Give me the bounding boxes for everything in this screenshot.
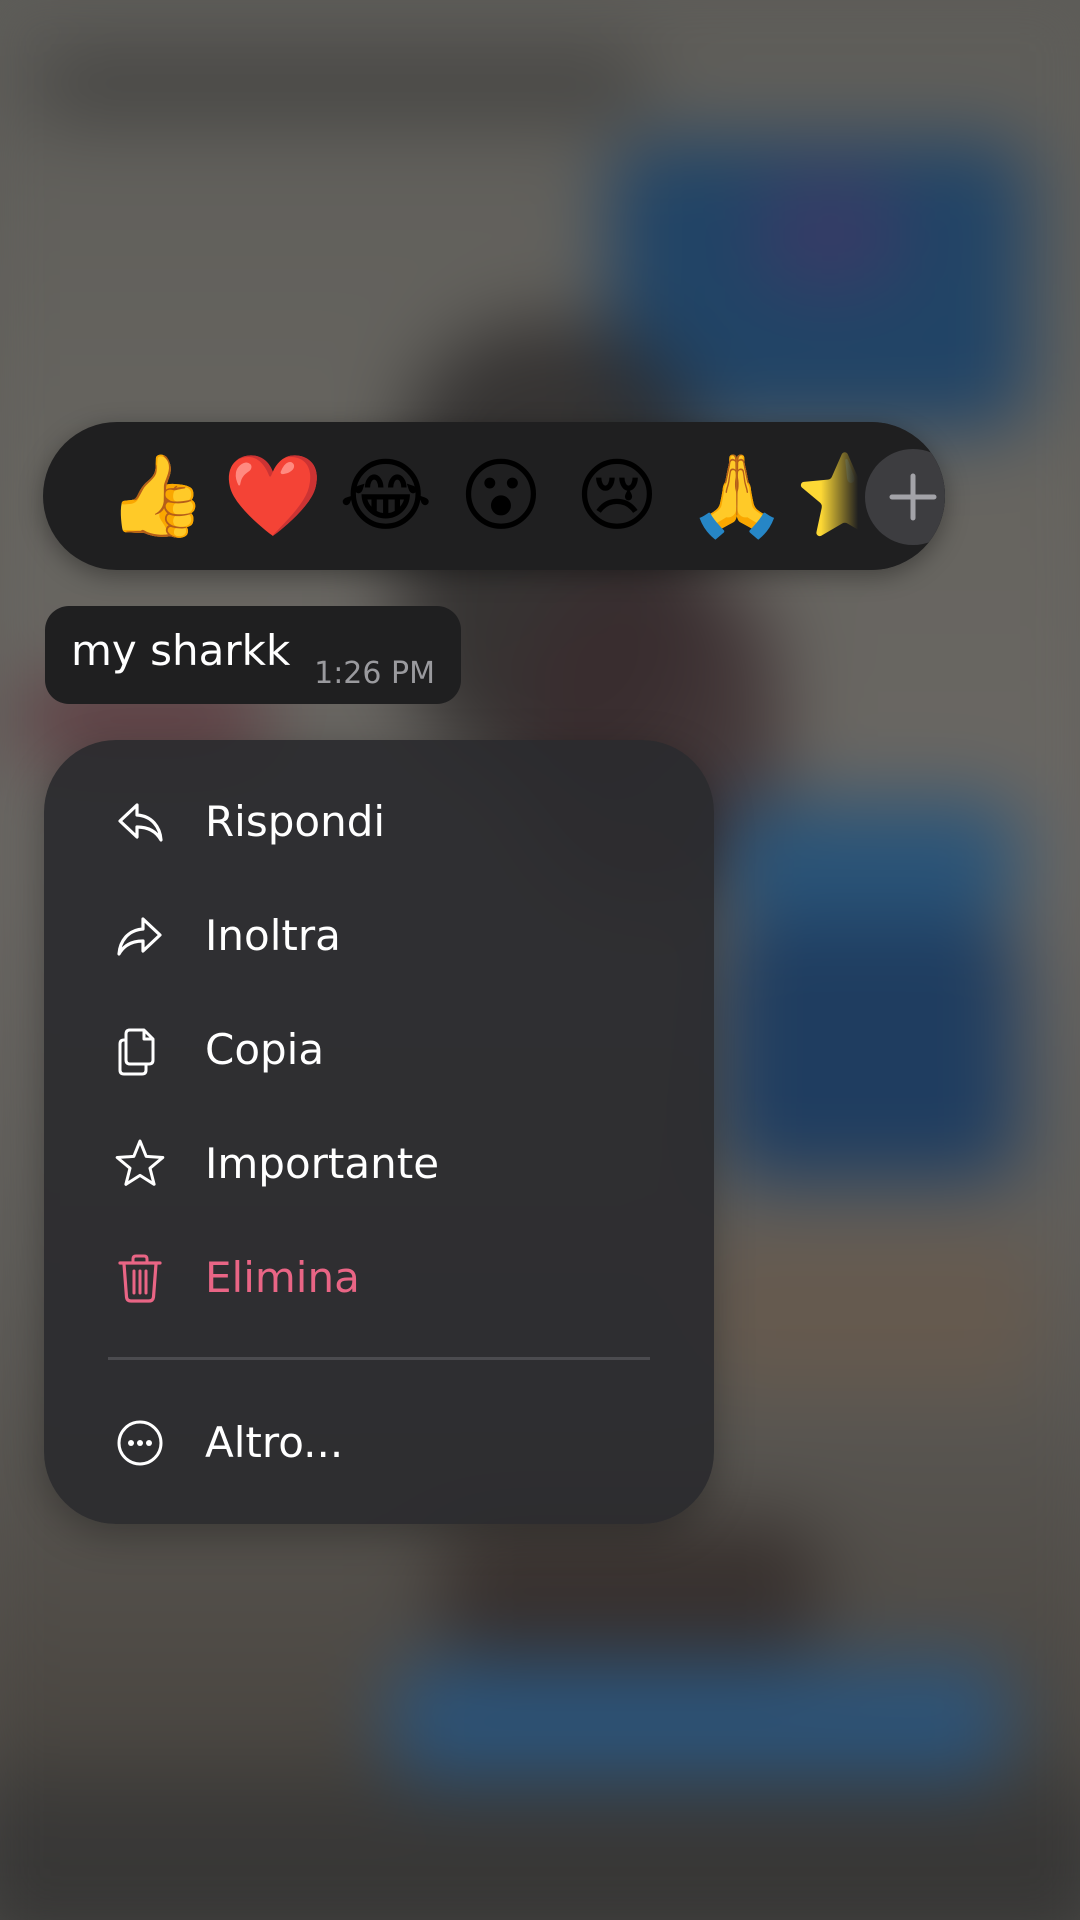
menu-label-copy: Copia (205, 1025, 325, 1074)
forward-icon (117, 917, 162, 956)
reply-icon (118, 803, 163, 842)
menu-item-important[interactable]: Importante (44, 1107, 714, 1221)
reaction-open-mouth[interactable]: 😮 (455, 450, 547, 542)
star-icon (115, 1139, 165, 1186)
menu-label-reply: Rispondi (205, 797, 386, 846)
more-icon (117, 1420, 163, 1466)
context-menu: Rispondi Inoltra Copia Importante Elimin… (44, 740, 714, 1524)
reaction-tears-of-joy[interactable]: 😂 (339, 450, 432, 542)
more-reactions-button[interactable] (865, 449, 945, 545)
message-timestamp: 1:26 PM (314, 656, 435, 691)
menu-item-reply[interactable]: Rispondi (44, 765, 714, 879)
menu-item-delete[interactable]: Elimina (44, 1221, 714, 1335)
menu-label-more: Altro... (205, 1418, 344, 1467)
plus-icon (889, 473, 937, 521)
menu-label-forward: Inoltra (205, 911, 341, 960)
menu-item-forward[interactable]: Inoltra (44, 879, 714, 993)
menu-item-more[interactable]: Altro... (44, 1386, 714, 1500)
reaction-bar: 👍 ❤️ 😂 😮 😢 🙏 ⭐ (43, 422, 945, 570)
menu-item-copy[interactable]: Copia (44, 993, 714, 1107)
message-bubble[interactable]: my sharkk 1:26 PM (45, 606, 461, 704)
reaction-folded-hands[interactable]: 🙏 (687, 450, 787, 542)
message-text: my sharkk (71, 626, 291, 675)
trash-icon (118, 1254, 162, 1303)
menu-label-important: Importante (205, 1139, 440, 1188)
screen: 👍 ❤️ 😂 😮 😢 🙏 ⭐ my sharkk 1:26 PM Rispond… (0, 0, 1080, 1920)
menu-label-delete: Elimina (205, 1253, 360, 1302)
reaction-crying-face[interactable]: 😢 (571, 450, 663, 542)
menu-divider (108, 1357, 650, 1360)
reaction-thumbs-up[interactable]: 👍 (107, 450, 207, 542)
copy-icon (118, 1028, 155, 1076)
reaction-red-heart[interactable]: ❤️ (223, 450, 323, 542)
